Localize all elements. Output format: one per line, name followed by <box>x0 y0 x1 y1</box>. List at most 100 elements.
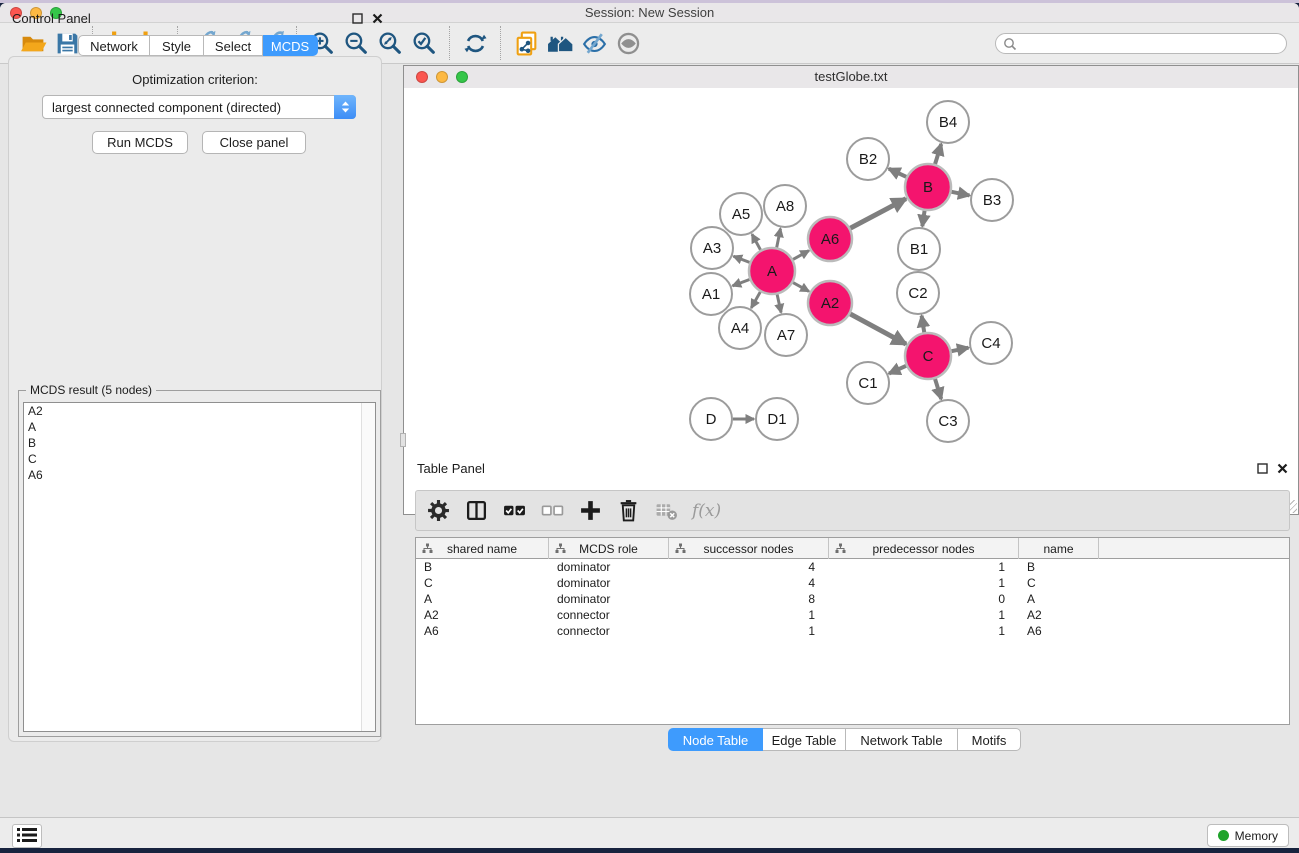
table-row[interactable]: Bdominator41B <box>416 559 1289 575</box>
function-builder-button[interactable]: f(x) <box>692 501 721 521</box>
table-row[interactable]: Cdominator41C <box>416 575 1289 591</box>
graph-node-B[interactable]: B <box>905 164 951 210</box>
graph-node-C[interactable]: C <box>905 333 951 379</box>
table-cell[interactable]: connector <box>549 623 669 639</box>
columns-icon[interactable] <box>464 499 488 523</box>
table-cell[interactable]: A6 <box>416 623 549 639</box>
graph-edge-A-A5[interactable] <box>752 234 761 250</box>
mcds-result-item[interactable]: A2 <box>24 403 375 419</box>
split-handle-vertical[interactable] <box>400 433 406 447</box>
open-folder-icon[interactable] <box>16 28 50 58</box>
table-cell[interactable]: 1 <box>829 623 1019 639</box>
result-scrollbar[interactable] <box>361 403 375 731</box>
table-cell[interactable]: 8 <box>669 591 829 607</box>
criterion-dropdown[interactable]: largest connected component (directed) <box>42 95 356 119</box>
graph-edge-B-B4[interactable] <box>935 144 941 164</box>
table-cell[interactable]: A6 <box>1019 623 1099 639</box>
run-mcds-button[interactable]: Run MCDS <box>92 131 188 154</box>
graph-node-A[interactable]: A <box>749 248 795 294</box>
column-header-MCDS-role[interactable]: MCDS role <box>549 538 669 559</box>
zoom-fit-icon[interactable] <box>373 28 407 58</box>
graph-edge-B-B2[interactable] <box>889 169 906 177</box>
gear-icon[interactable] <box>426 499 450 523</box>
task-history-button[interactable] <box>12 824 42 848</box>
graph-edge-A6-B[interactable] <box>850 199 906 229</box>
float-panel-icon[interactable] <box>1257 463 1268 477</box>
column-header-name[interactable]: name <box>1019 538 1099 559</box>
float-panel-icon[interactable] <box>352 13 363 27</box>
network-snapshot-icon[interactable] <box>509 28 543 58</box>
tab-network[interactable]: Network <box>78 35 150 56</box>
graph-edge-C-C4[interactable] <box>952 348 969 352</box>
graph-edge-A-A8[interactable] <box>777 229 781 248</box>
graph-node-B1[interactable]: B1 <box>898 228 940 270</box>
tab-network-table[interactable]: Network Table <box>846 728 958 751</box>
column-header-predecessor-nodes[interactable]: predecessor nodes <box>829 538 1019 559</box>
table-cell[interactable]: dominator <box>549 575 669 591</box>
close-panel-icon[interactable] <box>1277 463 1288 477</box>
graph-edge-A-A2[interactable] <box>793 283 809 292</box>
eye-icon[interactable] <box>611 28 645 58</box>
graph-node-C4[interactable]: C4 <box>970 322 1012 364</box>
tab-style[interactable]: Style <box>150 35 204 56</box>
graph-node-A1[interactable]: A1 <box>690 273 732 315</box>
graph-node-A3[interactable]: A3 <box>691 227 733 269</box>
deselect-all-checkboxes-icon[interactable] <box>540 499 564 523</box>
graph-node-D[interactable]: D <box>690 398 732 440</box>
table-cell[interactable]: dominator <box>549 591 669 607</box>
graph-node-A4[interactable]: A4 <box>719 307 761 349</box>
graph-node-B4[interactable]: B4 <box>927 101 969 143</box>
zoom-out-icon[interactable] <box>339 28 373 58</box>
table-cell[interactable]: dominator <box>549 559 669 575</box>
table-cell[interactable]: B <box>416 559 549 575</box>
table-cell[interactable]: 1 <box>829 607 1019 623</box>
eye-slash-icon[interactable] <box>577 28 611 58</box>
graph-edge-A-A1[interactable] <box>733 279 750 285</box>
column-header-shared-name[interactable]: shared name <box>416 538 549 559</box>
table-cell[interactable]: 1 <box>669 607 829 623</box>
mcds-result-item[interactable]: B <box>24 435 375 451</box>
graph-node-B3[interactable]: B3 <box>971 179 1013 221</box>
table-cell[interactable]: connector <box>549 607 669 623</box>
tab-motifs[interactable]: Motifs <box>958 728 1021 751</box>
table-cell[interactable]: C <box>1019 575 1099 591</box>
tab-edge-table[interactable]: Edge Table <box>763 728 846 751</box>
houses-icon[interactable] <box>543 28 577 58</box>
table-cell[interactable]: B <box>1019 559 1099 575</box>
graph-node-A8[interactable]: A8 <box>764 185 806 227</box>
table-row[interactable]: Adominator80A <box>416 591 1289 607</box>
table-cell[interactable]: A <box>416 591 549 607</box>
search-input[interactable] <box>995 33 1287 54</box>
tab-mcds[interactable]: MCDS <box>263 35 318 56</box>
delete-icon[interactable] <box>616 499 640 523</box>
column-header-successor-nodes[interactable]: successor nodes <box>669 538 829 559</box>
graph-node-C2[interactable]: C2 <box>897 272 939 314</box>
tab-node-table[interactable]: Node Table <box>668 728 763 751</box>
zoom-selected-icon[interactable] <box>407 28 441 58</box>
memory-button[interactable]: Memory <box>1207 824 1289 847</box>
table-cell[interactable]: A2 <box>1019 607 1099 623</box>
refresh-icon[interactable] <box>458 28 492 58</box>
table-cell[interactable]: 1 <box>829 575 1019 591</box>
graph-edge-A-A6[interactable] <box>793 251 809 260</box>
add-icon[interactable] <box>578 499 602 523</box>
table-row[interactable]: A6connector11A6 <box>416 623 1289 639</box>
mcds-result-list[interactable]: A2ABCA6 <box>23 402 376 732</box>
close-panel-icon[interactable] <box>372 13 383 27</box>
table-cell[interactable]: A <box>1019 591 1099 607</box>
graph-edge-B-B3[interactable] <box>952 192 970 196</box>
graph-edge-B-B1[interactable] <box>922 211 924 226</box>
graph-node-C3[interactable]: C3 <box>927 400 969 442</box>
graph-node-A6[interactable]: A6 <box>808 217 852 261</box>
graph-edge-A-A7[interactable] <box>777 294 781 312</box>
table-row[interactable]: A2connector11A2 <box>416 607 1289 623</box>
select-all-checkboxes-icon[interactable] <box>502 499 526 523</box>
table-cell[interactable]: A2 <box>416 607 549 623</box>
table-cell[interactable]: 0 <box>829 591 1019 607</box>
network-close-button[interactable] <box>416 71 428 83</box>
graph-node-A7[interactable]: A7 <box>765 314 807 356</box>
graph-edge-C-C2[interactable] <box>922 316 925 333</box>
graph-edge-A-A3[interactable] <box>733 256 749 262</box>
tab-select[interactable]: Select <box>204 35 263 56</box>
graph-node-B2[interactable]: B2 <box>847 138 889 180</box>
